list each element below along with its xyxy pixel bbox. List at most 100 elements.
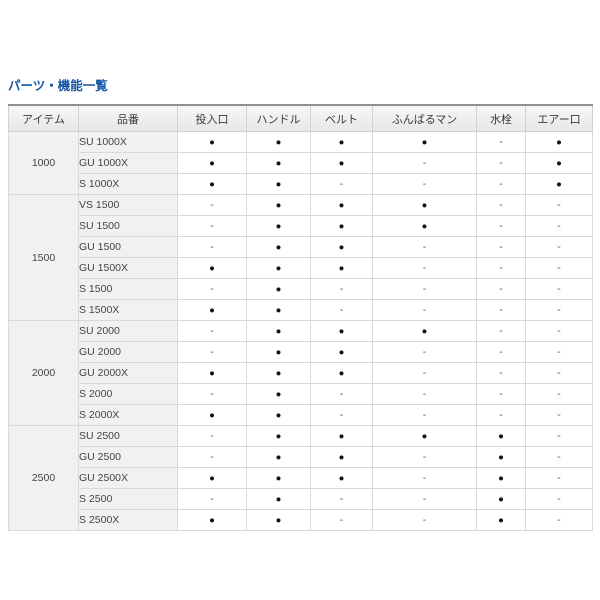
feature-present-cell: ●	[247, 447, 311, 468]
feature-absent-cell: -	[373, 489, 477, 510]
feature-present-cell: ●	[477, 489, 526, 510]
feature-present-cell: ●	[178, 363, 247, 384]
model-number-cell: GU 2000	[79, 342, 178, 363]
feature-present-cell: ●	[247, 342, 311, 363]
feature-absent-cell: -	[178, 384, 247, 405]
feature-present-cell: ●	[477, 426, 526, 447]
feature-present-cell: ●	[247, 405, 311, 426]
feature-absent-cell: -	[373, 279, 477, 300]
feature-absent-cell: -	[526, 300, 593, 321]
feature-present-cell: ●	[178, 468, 247, 489]
feature-absent-cell: -	[178, 216, 247, 237]
table-row: S 2000-●----	[9, 384, 593, 405]
feature-absent-cell: -	[373, 363, 477, 384]
feature-present-cell: ●	[247, 174, 311, 195]
feature-absent-cell: -	[373, 342, 477, 363]
feature-present-cell: ●	[311, 195, 373, 216]
feature-present-cell: ●	[247, 363, 311, 384]
feature-present-cell: ●	[311, 321, 373, 342]
feature-absent-cell: -	[526, 468, 593, 489]
feature-present-cell: ●	[311, 342, 373, 363]
feature-absent-cell: -	[373, 468, 477, 489]
feature-absent-cell: -	[477, 237, 526, 258]
feature-present-cell: ●	[373, 216, 477, 237]
feature-present-cell: ●	[247, 489, 311, 510]
feature-present-cell: ●	[247, 279, 311, 300]
column-header-belt: ベルト	[311, 105, 373, 132]
model-number-cell: VS 1500	[79, 195, 178, 216]
feature-absent-cell: -	[477, 279, 526, 300]
table-row: GU 1500-●●---	[9, 237, 593, 258]
feature-absent-cell: -	[178, 279, 247, 300]
feature-present-cell: ●	[311, 363, 373, 384]
feature-absent-cell: -	[178, 321, 247, 342]
feature-absent-cell: -	[373, 300, 477, 321]
model-number-cell: SU 2000	[79, 321, 178, 342]
feature-present-cell: ●	[526, 174, 593, 195]
feature-absent-cell: -	[178, 195, 247, 216]
feature-absent-cell: -	[373, 174, 477, 195]
feature-present-cell: ●	[526, 153, 593, 174]
feature-present-cell: ●	[247, 468, 311, 489]
feature-present-cell: ●	[311, 237, 373, 258]
feature-absent-cell: -	[477, 132, 526, 153]
feature-present-cell: ●	[178, 174, 247, 195]
feature-present-cell: ●	[311, 426, 373, 447]
model-number-cell: S 1500X	[79, 300, 178, 321]
feature-absent-cell: -	[526, 363, 593, 384]
feature-absent-cell: -	[526, 384, 593, 405]
model-number-cell: GU 2000X	[79, 363, 178, 384]
feature-absent-cell: -	[373, 258, 477, 279]
feature-present-cell: ●	[247, 237, 311, 258]
feature-present-cell: ●	[178, 153, 247, 174]
feature-absent-cell: -	[477, 174, 526, 195]
table-row: S 2500-●--●-	[9, 489, 593, 510]
feature-absent-cell: -	[477, 384, 526, 405]
feature-absent-cell: -	[477, 153, 526, 174]
page-title: パーツ・機能一覧	[8, 79, 592, 93]
feature-absent-cell: -	[526, 195, 593, 216]
item-group-cell: 2000	[9, 321, 79, 426]
column-header-model: 品番	[79, 105, 178, 132]
table-row: 2000SU 2000-●●●--	[9, 321, 593, 342]
model-number-cell: S 2000	[79, 384, 178, 405]
feature-absent-cell: -	[526, 405, 593, 426]
feature-present-cell: ●	[247, 321, 311, 342]
column-header-water-tap: 水栓	[477, 105, 526, 132]
feature-absent-cell: -	[373, 153, 477, 174]
feature-present-cell: ●	[247, 510, 311, 531]
feature-present-cell: ●	[373, 321, 477, 342]
column-header-funbaruman: ふんばるマン	[373, 105, 477, 132]
feature-absent-cell: -	[526, 426, 593, 447]
model-number-cell: SU 1500	[79, 216, 178, 237]
model-number-cell: GU 2500X	[79, 468, 178, 489]
feature-present-cell: ●	[178, 405, 247, 426]
feature-absent-cell: -	[178, 426, 247, 447]
page: パーツ・機能一覧 アイテム 品番 投入口 ハンドル ベルト ふんばるマン 水栓 …	[0, 0, 600, 600]
table-row: GU 1500X●●●---	[9, 258, 593, 279]
item-group-cell: 1000	[9, 132, 79, 195]
column-header-air-vent: エアー口	[526, 105, 593, 132]
table-row: GU 2500-●●-●-	[9, 447, 593, 468]
model-number-cell: S 1500	[79, 279, 178, 300]
table-row: S 1500X●●----	[9, 300, 593, 321]
table-row: 2500SU 2500-●●●●-	[9, 426, 593, 447]
item-group-cell: 1500	[9, 195, 79, 321]
feature-absent-cell: -	[526, 489, 593, 510]
feature-absent-cell: -	[178, 342, 247, 363]
feature-present-cell: ●	[311, 468, 373, 489]
feature-absent-cell: -	[311, 300, 373, 321]
feature-present-cell: ●	[373, 195, 477, 216]
feature-present-cell: ●	[178, 132, 247, 153]
feature-absent-cell: -	[311, 510, 373, 531]
feature-absent-cell: -	[477, 216, 526, 237]
table-row: GU 2500X●●●-●-	[9, 468, 593, 489]
model-number-cell: S 2500	[79, 489, 178, 510]
feature-present-cell: ●	[247, 300, 311, 321]
feature-present-cell: ●	[247, 426, 311, 447]
column-header-item: アイテム	[9, 105, 79, 132]
feature-present-cell: ●	[477, 447, 526, 468]
feature-present-cell: ●	[247, 384, 311, 405]
feature-absent-cell: -	[178, 237, 247, 258]
feature-absent-cell: -	[526, 279, 593, 300]
